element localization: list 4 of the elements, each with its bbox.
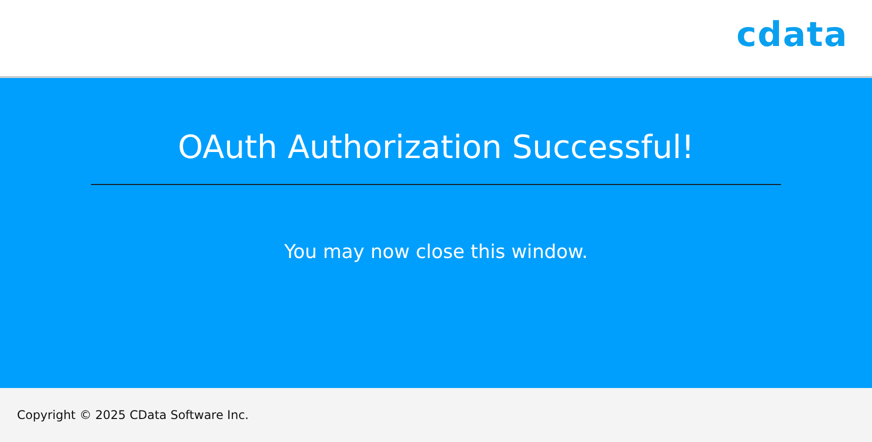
logo: cdata <box>736 15 848 55</box>
copyright-text: Copyright © 2025 CData Software Inc. <box>17 408 249 422</box>
message: You may now close this window. <box>284 241 588 263</box>
page-title: OAuth Authorization Successful! <box>178 128 694 168</box>
